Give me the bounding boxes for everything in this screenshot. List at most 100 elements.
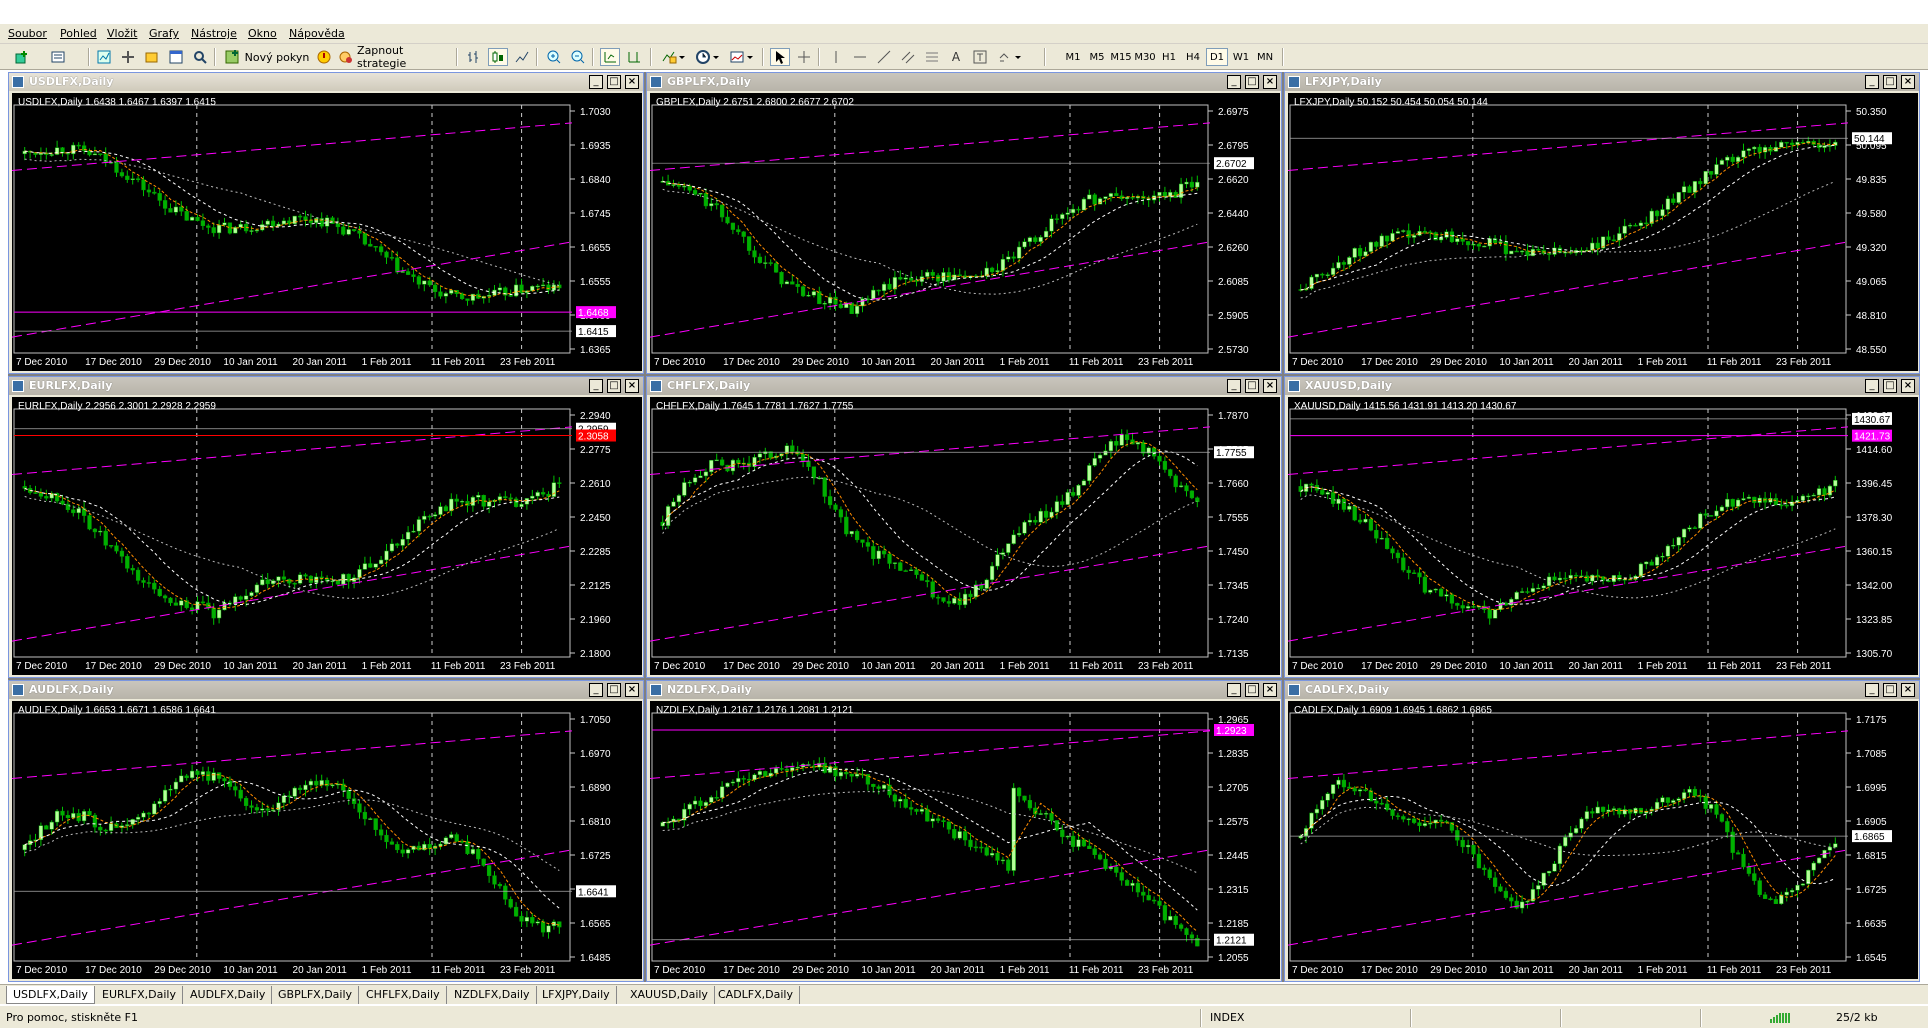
tf-m1[interactable]: M1: [1062, 48, 1084, 66]
close-button[interactable]: ×: [1901, 683, 1915, 697]
minimize-button[interactable]: _: [589, 379, 603, 393]
tf-m5[interactable]: M5: [1086, 48, 1108, 66]
chart-window-titlebar[interactable]: AUDLFX,Daily _ □ ×: [9, 681, 643, 699]
zoom-in-icon[interactable]: [544, 48, 564, 66]
tf-h4[interactable]: H4: [1182, 48, 1204, 66]
vertical-line-icon[interactable]: [826, 48, 846, 66]
maximize-button[interactable]: □: [1883, 75, 1897, 89]
chart-shift-icon[interactable]: [624, 48, 644, 66]
tf-m30[interactable]: M30: [1134, 48, 1156, 66]
chart-window[interactable]: XAUUSD,Daily _ □ × 1430.67 1414.60 1396.45…: [1284, 376, 1920, 678]
periods-dropdown[interactable]: [692, 48, 722, 66]
chart-window[interactable]: CHFLFX,Daily _ □ × 1.78701.77651.76601.7…: [646, 376, 1282, 678]
maximize-button[interactable]: □: [607, 379, 621, 393]
trendline-icon[interactable]: [874, 48, 894, 66]
chart-plot[interactable]: 1430.67 1414.60 1396.45 1378.30 1360.15 1342.…: [1288, 397, 1918, 675]
tf-mn[interactable]: MN: [1254, 48, 1276, 66]
maximize-button[interactable]: □: [1245, 75, 1259, 89]
chart-tab[interactable]: LFXJPY,Daily: [536, 986, 617, 1004]
chart-plot[interactable]: 1.7030 1.6935 1.6840 1.6745 1.6655 1.6555 1.64…: [12, 93, 642, 371]
data-window-icon[interactable]: [118, 48, 138, 66]
chart-window[interactable]: AUDLFX,Daily _ □ × 1.7050 1.6970 1.6890 1.6…: [8, 680, 644, 982]
chart-window[interactable]: USDLFX,Daily _ □ × 1.7030 1.6935 1.6840 1.6…: [8, 72, 644, 374]
navigator-icon[interactable]: [142, 48, 162, 66]
chart-window-titlebar[interactable]: CADLFX,Daily _ □ ×: [1285, 681, 1919, 699]
candlestick-icon[interactable]: [488, 48, 508, 66]
chart-window-titlebar[interactable]: LFXJPY,Daily _ □ ×: [1285, 73, 1919, 91]
tf-m15[interactable]: M15: [1110, 48, 1132, 66]
chart-window[interactable]: LFXJPY,Daily _ □ × 50.350 50.095 49.835 49.…: [1284, 72, 1920, 374]
minimize-button[interactable]: _: [1865, 379, 1879, 393]
chart-window-titlebar[interactable]: EURLFX,Daily _ □ ×: [9, 377, 643, 395]
horizontal-line-icon[interactable]: [850, 48, 870, 66]
chart-plot[interactable]: 2.2940 2.2775 2.2610 2.2450 2.2285 2.2125 2.19…: [12, 397, 642, 675]
menu-pohled[interactable]: Pohled: [60, 27, 97, 40]
close-button[interactable]: ×: [1263, 683, 1277, 697]
chart-window-titlebar[interactable]: XAUUSD,Daily _ □ ×: [1285, 377, 1919, 395]
menu-soubor[interactable]: Soubor: [8, 27, 47, 40]
menu-vlozit[interactable]: Vložit: [107, 27, 137, 40]
minimize-button[interactable]: _: [1865, 75, 1879, 89]
chart-tab[interactable]: NZDLFX,Daily: [448, 986, 537, 1004]
strategy-tester-icon[interactable]: [190, 48, 210, 66]
minimize-button[interactable]: _: [1227, 379, 1241, 393]
close-button[interactable]: ×: [1263, 75, 1277, 89]
chart-plot[interactable]: 2.6975 2.6795 2.6620 2.6440 2.6260 2.6085 2.59…: [650, 93, 1280, 371]
chart-plot[interactable]: 50.350 50.095 49.835 49.580 49.320 49.065 48.8…: [1288, 93, 1918, 371]
close-button[interactable]: ×: [1901, 379, 1915, 393]
chart-window[interactable]: NZDLFX,Daily _ □ × 1.2965 1.2835 1.2705 1.2…: [646, 680, 1282, 982]
maximize-button[interactable]: □: [607, 75, 621, 89]
menu-napoveda[interactable]: Nápověda: [289, 27, 345, 40]
minimize-button[interactable]: _: [589, 683, 603, 697]
maximize-button[interactable]: □: [1245, 683, 1259, 697]
chart-plot[interactable]: 1.78701.77651.76601.75551.74501.73451.72…: [650, 397, 1280, 675]
chart-tab[interactable]: AUDLFX,Daily: [184, 986, 273, 1004]
chart-tab[interactable]: USDLFX,Daily: [6, 986, 95, 1004]
minimize-button[interactable]: _: [589, 75, 603, 89]
chart-window-titlebar[interactable]: GBPLFX,Daily _ □ ×: [647, 73, 1281, 91]
maximize-button[interactable]: □: [1883, 683, 1897, 697]
new-order-button[interactable]: Nový pokyn: [222, 48, 312, 66]
chart-plot[interactable]: 1.7175 1.7085 1.6995 1.6905 1.6815 1.6725 1.66…: [1288, 701, 1918, 979]
menu-grafy[interactable]: Grafy: [149, 27, 179, 40]
tf-h1[interactable]: H1: [1158, 48, 1180, 66]
market-watch-icon[interactable]: [94, 48, 114, 66]
new-chart-button[interactable]: [12, 48, 32, 66]
fibonacci-icon[interactable]: [922, 48, 942, 66]
chart-window[interactable]: CADLFX,Daily _ □ × 1.7175 1.7085 1.6995 1.6…: [1284, 680, 1920, 982]
minimize-button[interactable]: _: [1865, 683, 1879, 697]
alert-icon[interactable]: [314, 48, 334, 66]
maximize-button[interactable]: □: [1245, 379, 1259, 393]
chart-plot[interactable]: 1.70501.69701.68901.68101.67251.66451.65…: [12, 701, 642, 979]
minimize-button[interactable]: _: [1227, 75, 1241, 89]
cursor-icon[interactable]: [770, 48, 790, 66]
chart-window[interactable]: GBPLFX,Daily _ □ × 2.6975 2.6795 2.6620 2.6…: [646, 72, 1282, 374]
equidistant-channel-icon[interactable]: [898, 48, 918, 66]
tf-d1[interactable]: D1: [1206, 48, 1228, 66]
chart-tab[interactable]: EURLFX,Daily: [96, 986, 183, 1004]
auto-scroll-icon[interactable]: [600, 48, 620, 66]
line-chart-icon[interactable]: [512, 48, 532, 66]
indicators-dropdown[interactable]: [658, 48, 688, 66]
crosshair-icon[interactable]: [794, 48, 814, 66]
arrows-dropdown[interactable]: [994, 48, 1024, 66]
chart-tab[interactable]: CADLFX,Daily: [712, 986, 800, 1004]
strategies-button[interactable]: Zapnout strategie: [338, 44, 450, 70]
zoom-out-icon[interactable]: [568, 48, 588, 66]
chart-window-titlebar[interactable]: USDLFX,Daily _ □ ×: [9, 73, 643, 91]
chart-window-titlebar[interactable]: CHFLFX,Daily _ □ ×: [647, 377, 1281, 395]
close-button[interactable]: ×: [625, 75, 639, 89]
bar-chart-icon[interactable]: [464, 48, 484, 66]
templates-dropdown[interactable]: [726, 48, 756, 66]
text-label-icon[interactable]: [970, 48, 990, 66]
chart-tab[interactable]: GBPLFX,Daily: [272, 986, 360, 1004]
profiles-button[interactable]: [48, 48, 68, 66]
chart-tab[interactable]: XAUUSD,Daily: [624, 986, 715, 1004]
text-icon[interactable]: A: [946, 48, 966, 66]
tf-w1[interactable]: W1: [1230, 48, 1252, 66]
close-button[interactable]: ×: [625, 683, 639, 697]
close-button[interactable]: ×: [1901, 75, 1915, 89]
close-button[interactable]: ×: [1263, 379, 1277, 393]
menu-okno[interactable]: Okno: [248, 27, 277, 40]
chart-window-titlebar[interactable]: NZDLFX,Daily _ □ ×: [647, 681, 1281, 699]
